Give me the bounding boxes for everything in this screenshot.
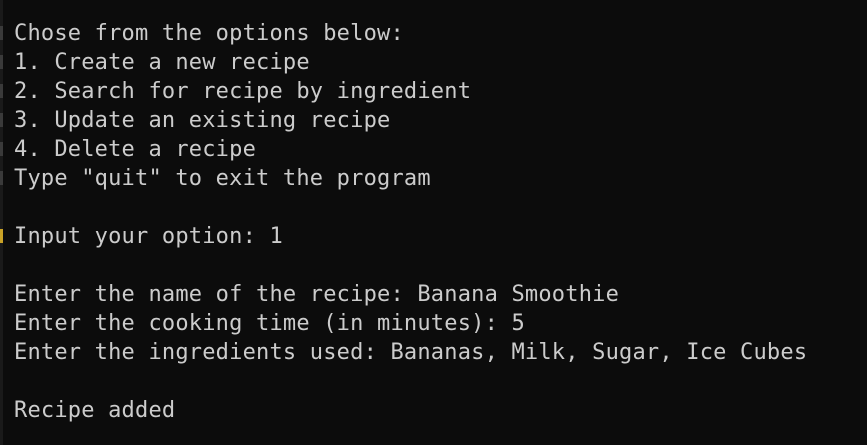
- gutter-marker: [0, 55, 3, 69]
- menu-quit-hint: Type "quit" to exit the program: [14, 166, 431, 191]
- terminal-window[interactable]: Chose from the options below: 1. Create …: [0, 0, 867, 445]
- ingredients-line: Enter the ingredients used: Bananas, Mil…: [14, 340, 808, 365]
- gutter-marker: [0, 113, 3, 127]
- gutter-marker: [0, 171, 3, 185]
- status-message: Recipe added: [14, 398, 176, 423]
- menu-option-create: 1. Create a new recipe: [14, 50, 310, 75]
- cooking-time-line: Enter the cooking time (in minutes): 5: [14, 311, 525, 336]
- menu-option-search: 2. Search for recipe by ingredient: [14, 79, 472, 104]
- menu-option-update: 3. Update an existing recipe: [14, 108, 391, 133]
- menu-heading: Chose from the options below:: [14, 21, 404, 46]
- gutter-marker: [0, 142, 3, 156]
- gutter-marker: [0, 26, 3, 40]
- gutter-marker-accent: [0, 229, 3, 243]
- menu-option-delete: 4. Delete a recipe: [14, 137, 257, 162]
- option-input-line: Input your option: 1: [14, 224, 283, 249]
- recipe-name-line: Enter the name of the recipe: Banana Smo…: [14, 282, 620, 307]
- gutter-marker: [0, 84, 3, 98]
